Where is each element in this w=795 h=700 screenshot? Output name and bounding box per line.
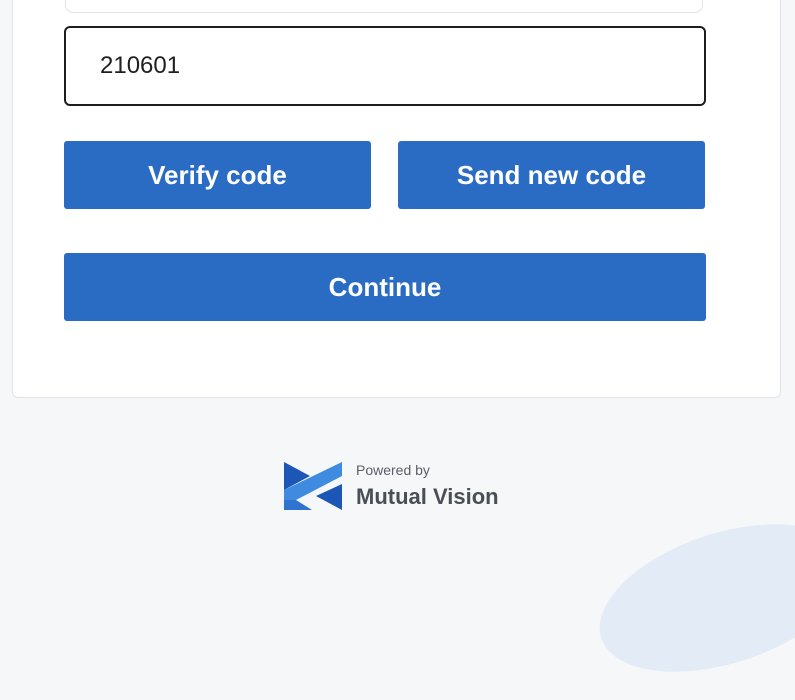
background-swoosh <box>581 496 795 700</box>
brand-name: Mutual Vision <box>356 484 499 509</box>
mutual-vision-logo-icon <box>284 462 342 510</box>
powered-by-label: Powered by <box>356 462 430 478</box>
continue-button[interactable]: Continue <box>64 253 706 321</box>
verification-card: Verify code Send new code Continue <box>12 0 781 398</box>
send-new-code-button[interactable]: Send new code <box>398 141 705 209</box>
previous-field <box>65 0 703 13</box>
verify-code-button[interactable]: Verify code <box>64 141 371 209</box>
powered-by-footer: Powered by Mutual Vision <box>282 460 499 512</box>
verification-code-input[interactable] <box>64 26 706 106</box>
